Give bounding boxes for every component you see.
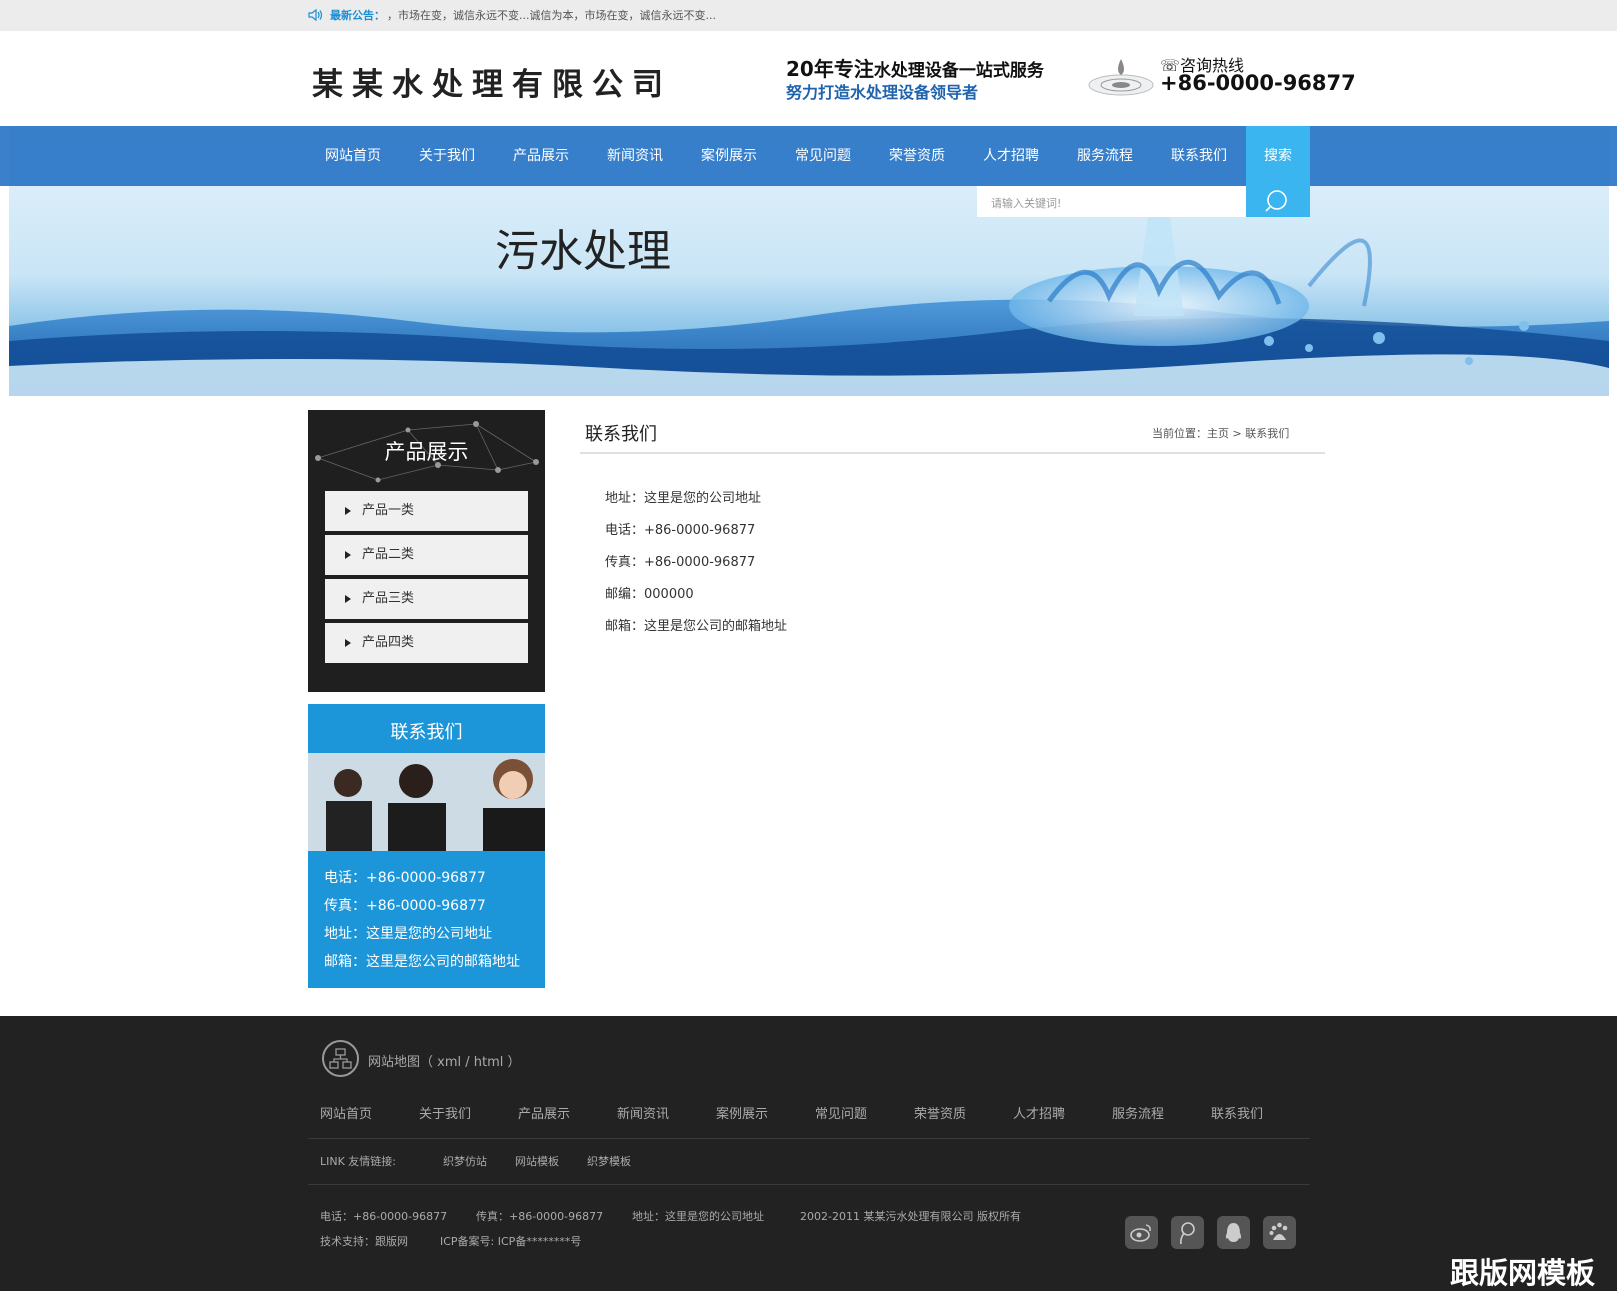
footer — [0, 1016, 1617, 1291]
nav-item-contact[interactable]: 联系我们 — [1171, 126, 1227, 186]
nav-item-service[interactable]: 服务流程 — [1077, 126, 1133, 186]
product-category-item[interactable]: 产品四类 — [325, 623, 528, 663]
contact-email: 邮箱：这里是您公司的邮箱地址 — [324, 954, 520, 970]
contact-address: 地址：这里是您的公司地址 — [324, 926, 492, 942]
footer-address: 地址：这里是您的公司地址 — [632, 1210, 764, 1223]
slogan-emphasis: 20年专注 — [786, 57, 874, 81]
search-button[interactable] — [1246, 186, 1310, 217]
header: 某某水处理有限公司 20年专注水处理设备一站式服务 努力打造水处理设备领导者 ☏… — [0, 31, 1617, 126]
nav-item-honors[interactable]: 荣誉资质 — [889, 126, 945, 186]
baidu-icon[interactable] — [1263, 1216, 1296, 1249]
friend-link[interactable]: 织梦模板 — [587, 1153, 631, 1169]
breadcrumb-prefix: 当前位置： — [1152, 427, 1207, 440]
footer-nav-about[interactable]: 关于我们 — [419, 1103, 471, 1122]
sitemap-icon — [322, 1040, 359, 1077]
nav-item-jobs[interactable]: 人才招聘 — [983, 126, 1039, 186]
info-postcode: 邮编：000000 — [605, 587, 694, 602]
nav-item-home[interactable]: 网站首页 — [325, 126, 381, 186]
weibo-icon[interactable] — [1125, 1216, 1158, 1249]
footer-nav-faq[interactable]: 常见问题 — [815, 1103, 867, 1122]
product-category-item[interactable]: 产品一类 — [325, 491, 528, 531]
hotline-number: +86-0000-96877 — [1160, 71, 1356, 95]
footer-support[interactable]: 技术支持：跟版网 — [320, 1233, 408, 1249]
products-title: 产品展示 — [384, 440, 469, 464]
nav-item-faq[interactable]: 常见问题 — [795, 126, 851, 186]
contact-phone: 电话：+86-0000-96877 — [324, 870, 486, 886]
footer-fax: 传真：+86-0000-96877 — [476, 1210, 604, 1223]
product-category-item[interactable]: 产品三类 — [325, 579, 528, 619]
footer-nav-jobs[interactable]: 人才招聘 — [1013, 1103, 1065, 1122]
search-input[interactable]: 请输入关键词! — [977, 186, 1246, 217]
nav-item-news[interactable]: 新闻资讯 — [607, 126, 663, 186]
footer-nav-news[interactable]: 新闻资讯 — [617, 1103, 669, 1122]
page-title: 联系我们 — [585, 424, 657, 445]
water-drop-icon — [1088, 59, 1154, 96]
nav-item-cases[interactable]: 案例展示 — [701, 126, 757, 186]
sidebar-products: 产品展示 产品一类 产品二类 产品三类 产品四类 — [308, 410, 545, 692]
slogan-rest: 水处理设备一站式服务 — [873, 61, 1044, 81]
tencent-weibo-icon[interactable] — [1171, 1216, 1204, 1249]
notice-text[interactable]: ，市场在变，诚信永远不变...诚信为本，市场在变，诚信永远不变... — [387, 7, 716, 23]
notice-label: 最新公告： — [330, 9, 385, 22]
footer-icp[interactable]: ICP备案号: ICP备********号 — [440, 1233, 581, 1249]
footer-nav-products[interactable]: 产品展示 — [518, 1103, 570, 1122]
info-phone: 电话：+86-0000-96877 — [605, 523, 756, 538]
footer-divider — [308, 1138, 1310, 1139]
banner-title: 污水处理 — [495, 226, 671, 277]
sitemap-link[interactable]: 网站地图（ xml / html ） — [368, 1051, 521, 1070]
breadcrumb-separator: > — [1232, 427, 1242, 440]
company-logo[interactable]: 某某水处理有限公司 — [312, 59, 672, 104]
contact-title: 联系我们 — [390, 722, 463, 743]
qq-icon[interactable] — [1217, 1216, 1250, 1249]
watermark: 跟版网模板 — [1450, 1256, 1596, 1290]
breadcrumb-current[interactable]: 联系我们 — [1245, 427, 1289, 440]
footer-nav-cases[interactable]: 案例展示 — [716, 1103, 768, 1122]
friend-link[interactable]: 网站模板 — [515, 1153, 559, 1169]
breadcrumb: 当前位置：主页 > 联系我们 — [1152, 425, 1289, 441]
customer-service-photo — [308, 753, 545, 851]
footer-divider — [308, 1184, 1310, 1185]
caret-right-icon — [345, 595, 351, 603]
footer-nav-service[interactable]: 服务流程 — [1112, 1103, 1164, 1122]
nav-search-tab[interactable]: 搜索 — [1246, 126, 1310, 186]
caret-right-icon — [345, 639, 351, 647]
nav-item-about[interactable]: 关于我们 — [419, 126, 475, 186]
contact-fax: 传真：+86-0000-96877 — [324, 898, 486, 914]
call-center-illustration — [308, 753, 545, 851]
notice: 最新公告： ，市场在变，诚信永远不变...诚信为本，市场在变，诚信永远不变... — [308, 7, 716, 23]
main-nav: 网站首页 关于我们 产品展示 新闻资讯 案例展示 常见问题 荣誉资质 人才招聘 … — [0, 126, 1617, 186]
sidebar-contact: 联系我们 电话：+86-0000-96877 传真：+86-0000-96877… — [308, 704, 545, 988]
speaker-icon — [308, 8, 323, 22]
footer-nav-contact[interactable]: 联系我们 — [1211, 1103, 1263, 1122]
caret-right-icon — [345, 507, 351, 515]
search-icon — [1265, 190, 1287, 212]
footer-phone: 电话：+86-0000-96877 — [320, 1210, 448, 1223]
friend-links-label: LINK 友情链接: — [320, 1155, 397, 1168]
footer-nav-home[interactable]: 网站首页 — [320, 1103, 372, 1122]
slogan-line1: 20年专注水处理设备一站式服务 — [786, 53, 1044, 82]
breadcrumb-home[interactable]: 主页 — [1207, 427, 1229, 440]
info-email: 邮箱：这里是您公司的邮箱地址 — [605, 619, 788, 634]
friend-link[interactable]: 织梦仿站 — [443, 1153, 487, 1169]
slogan-line2: 努力打造水处理设备领导者 — [786, 83, 979, 102]
product-category-item[interactable]: 产品二类 — [325, 535, 528, 575]
notice-bar: 最新公告： ，市场在变，诚信永远不变...诚信为本，市场在变，诚信永远不变... — [0, 0, 1617, 31]
info-fax: 传真：+86-0000-96877 — [605, 555, 756, 570]
caret-right-icon — [345, 551, 351, 559]
footer-nav-honors[interactable]: 荣誉资质 — [914, 1103, 966, 1122]
footer-copyright: 2002-2011 某某污水处理有限公司 版权所有 — [800, 1210, 1021, 1223]
title-divider — [580, 452, 1325, 454]
info-address: 地址：这里是您的公司地址 — [605, 491, 762, 506]
nav-item-products[interactable]: 产品展示 — [513, 126, 569, 186]
